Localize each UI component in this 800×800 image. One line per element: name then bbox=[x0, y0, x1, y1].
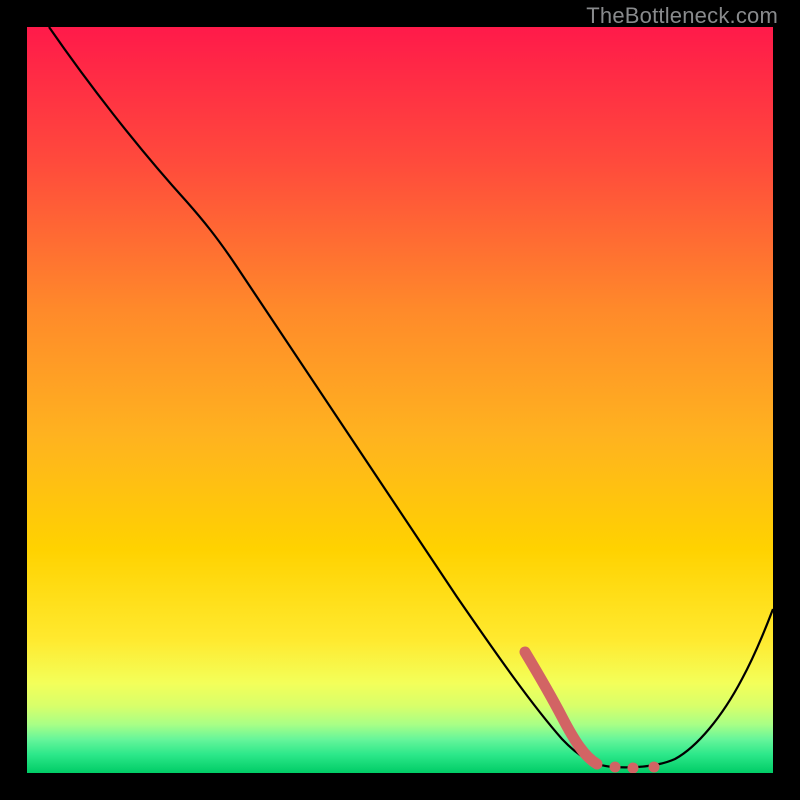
chart-frame: TheBottleneck.com bbox=[0, 0, 800, 800]
watermark-text: TheBottleneck.com bbox=[586, 3, 778, 29]
bottleneck-chart bbox=[27, 27, 773, 773]
optimal-dot bbox=[610, 762, 621, 773]
optimal-dot bbox=[628, 763, 639, 774]
optimal-dot bbox=[649, 762, 660, 773]
gradient-background bbox=[27, 27, 773, 773]
